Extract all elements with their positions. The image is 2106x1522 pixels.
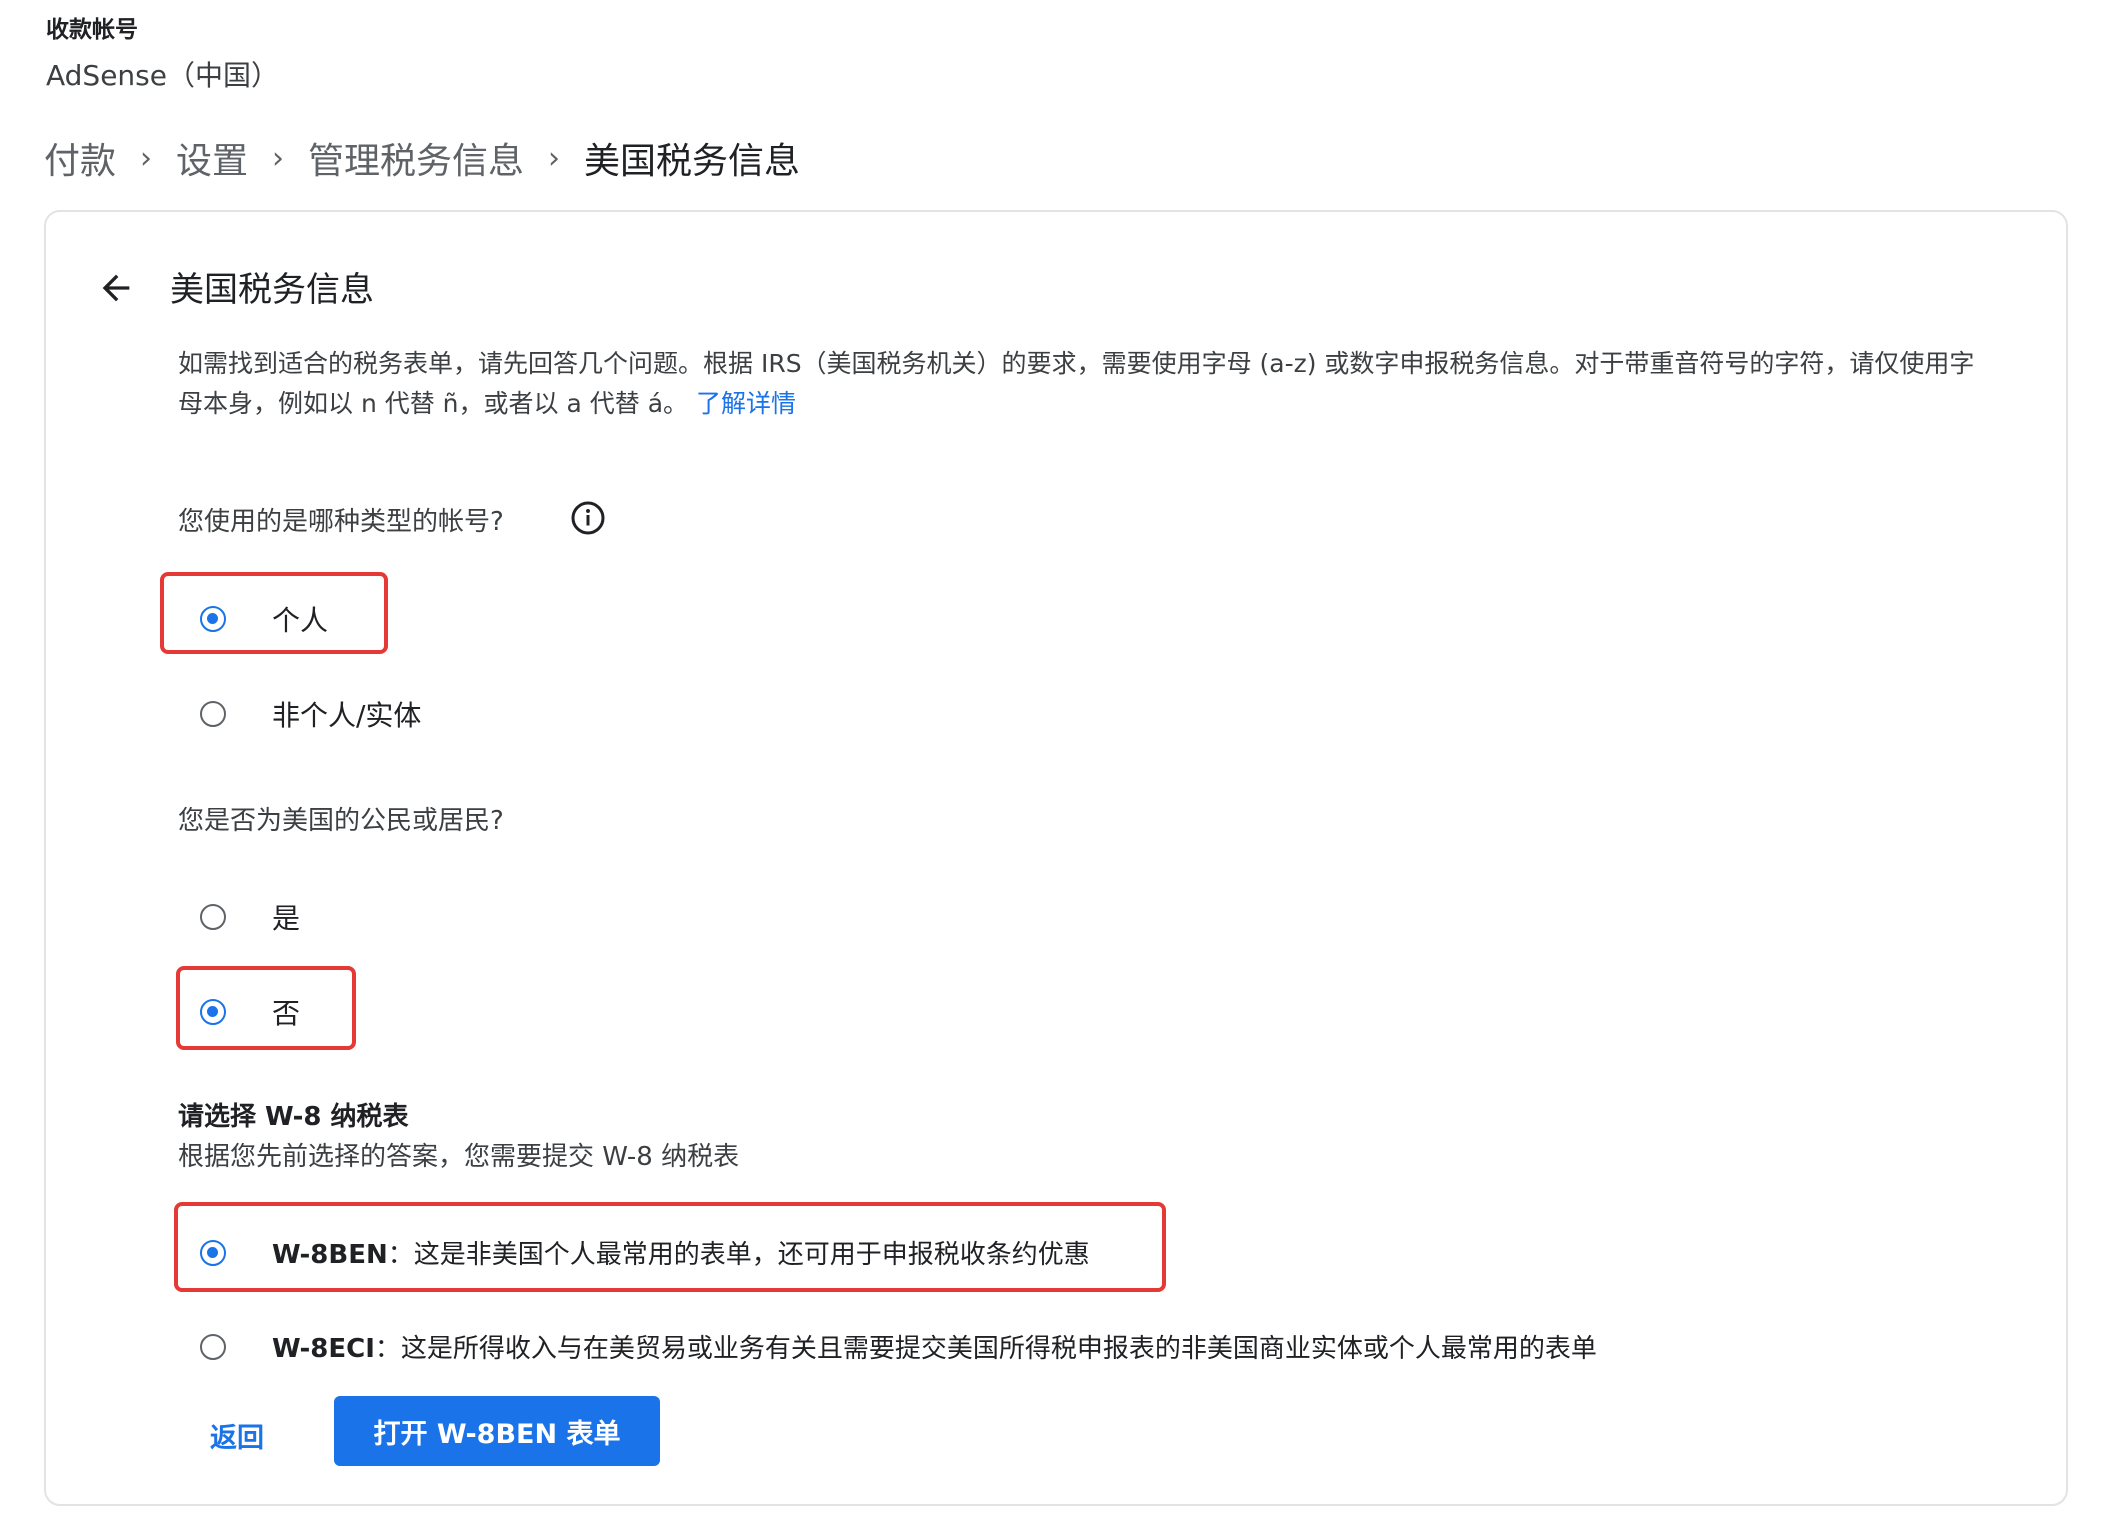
info-circle-icon[interactable] [570, 500, 606, 536]
learn-more-link[interactable]: 了解详情 [696, 389, 796, 418]
form-description: ：这是非美国个人最常用的表单，还可用于申报税收条约优惠 [387, 1240, 1090, 1270]
breadcrumb-item-manage-tax-info[interactable]: 管理税务信息 [308, 132, 524, 184]
account-value: AdSense（中国） [46, 59, 279, 92]
radio-option-w8eci[interactable]: W-8ECI：这是所得收入与在美贸易或业务有关且需要提交美国所得税申报表的非美国… [200, 1328, 1597, 1365]
form-description: ：这是所得收入与在美贸易或业务有关且需要提交美国所得税申报表的非美国商业实体或个… [374, 1334, 1597, 1364]
radio-option-w8ben[interactable]: W-8BEN：这是非美国个人最常用的表单，还可用于申报税收条约优惠 [200, 1234, 1090, 1271]
card-description: 如需找到适合的税务表单，请先回答几个问题。根据 IRS（美国税务机关）的要求，需… [178, 344, 1978, 424]
radio-option-no[interactable]: 否 [200, 992, 300, 1032]
description-text: 如需找到适合的税务表单，请先回答几个问题。根据 IRS（美国税务机关）的要求，需… [178, 349, 1975, 418]
radio-label: 否 [272, 997, 301, 1030]
account-label: 收款帐号 [46, 17, 138, 43]
radio-label: 是 [272, 902, 301, 935]
radio-button[interactable] [200, 606, 226, 632]
chevron-right-icon: › [548, 140, 561, 176]
radio-option-entity[interactable]: 非个人/实体 [200, 694, 421, 734]
breadcrumb: 付款 › 设置 › 管理税务信息 › 美国税务信息 [44, 136, 800, 183]
breadcrumb-item-settings[interactable]: 设置 [176, 132, 248, 184]
radio-option-individual[interactable]: 个人 [200, 599, 328, 639]
w8-section-subtitle: 根据您先前选择的答案，您需要提交 W-8 纳税表 [178, 1142, 740, 1172]
breadcrumb-item-current: 美国税务信息 [584, 141, 801, 182]
radio-button[interactable] [200, 1333, 226, 1360]
card-title: 美国税务信息 [170, 270, 374, 310]
open-w8ben-form-button[interactable]: 打开 W-8BEN 表单 [334, 1396, 660, 1466]
back-button[interactable]: 返回 [210, 1416, 264, 1455]
radio-label: W-8ECI：这是所得收入与在美贸易或业务有关且需要提交美国所得税申报表的非美国… [272, 1328, 1597, 1365]
radio-option-yes[interactable]: 是 [200, 897, 300, 937]
radio-label: W-8BEN：这是非美国个人最常用的表单，还可用于申报税收条约优惠 [272, 1234, 1090, 1271]
radio-label: 个人 [272, 604, 329, 637]
chevron-right-icon: › [140, 140, 153, 176]
radio-label: 非个人/实体 [272, 699, 422, 732]
account-type-question: 您使用的是哪种类型的帐号? [178, 507, 504, 537]
w8-section-title: 请选择 W-8 纳税表 [178, 1102, 409, 1132]
form-code: W-8ECI [272, 1334, 375, 1364]
radio-button[interactable] [200, 904, 226, 930]
radio-button[interactable] [200, 999, 226, 1025]
form-code: W-8BEN [272, 1240, 388, 1270]
breadcrumb-item-payments[interactable]: 付款 [44, 132, 116, 184]
chevron-right-icon: › [272, 140, 285, 176]
arrow-left-icon[interactable] [96, 268, 136, 308]
us-citizen-question: 您是否为美国的公民或居民? [178, 806, 504, 836]
radio-button[interactable] [200, 701, 226, 727]
radio-button[interactable] [200, 1239, 226, 1266]
